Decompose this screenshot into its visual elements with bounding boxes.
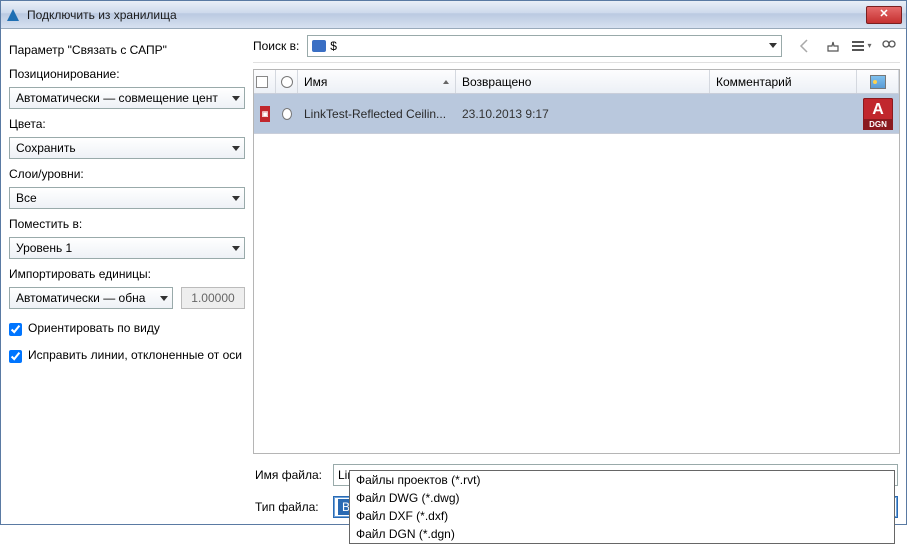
search-value: $ [330, 39, 337, 53]
layers-value: Все [16, 191, 37, 205]
filetype-option[interactable]: Файл DWG (*.dwg) [350, 489, 894, 507]
dgn-small-icon: ▣ [260, 106, 270, 122]
units-value: Автоматически — обна [16, 291, 145, 305]
filetype-option[interactable]: Файл DGN (*.dgn) [350, 525, 894, 543]
section-label: Параметр "Связать с САПР" [9, 43, 245, 57]
positioning-label: Позиционирование: [9, 67, 245, 81]
fixlines-label: Исправить линии, отклоненные от оси [28, 348, 242, 362]
col-comment-label: Комментарий [716, 75, 792, 89]
chevron-down-icon [769, 43, 777, 48]
fixlines-checkbox-row[interactable]: Исправить линии, отклоненные от оси [9, 348, 245, 363]
browser-panel: Поиск в: $ ▾ [253, 35, 900, 518]
radio-icon [282, 108, 292, 120]
col-radio[interactable] [276, 70, 298, 93]
chevron-down-icon [232, 196, 240, 201]
col-comment[interactable]: Комментарий [710, 70, 857, 93]
search-in-combo[interactable]: $ [307, 35, 782, 57]
col-name-label: Имя [304, 75, 327, 89]
placeat-label: Поместить в: [9, 217, 245, 231]
search-label: Поиск в: [253, 39, 299, 53]
chevron-down-icon [232, 146, 240, 151]
close-icon: ✕ [879, 9, 888, 20]
fixlines-checkbox[interactable] [9, 350, 22, 363]
positioning-combo[interactable]: Автоматически — совмещение цент [9, 87, 245, 109]
chevron-down-icon [232, 246, 240, 251]
picture-icon [870, 75, 886, 89]
app-icon [5, 7, 21, 23]
colors-value: Сохранить [16, 141, 76, 155]
file-list-header: Имя Возвращено Комментарий [254, 70, 899, 94]
col-name[interactable]: Имя [298, 70, 456, 93]
back-button[interactable] [794, 35, 816, 57]
positioning-value: Автоматически — совмещение цент [16, 91, 218, 105]
row-radio[interactable] [276, 94, 298, 133]
toolbar: Поиск в: $ ▾ [253, 35, 900, 63]
units-combo[interactable]: Автоматически — обна [9, 287, 173, 309]
filetype-dropdown[interactable]: Файлы проектов (*.rvt) Файл DWG (*.dwg) … [349, 470, 895, 544]
placeat-combo[interactable]: Уровень 1 [9, 237, 245, 259]
row-date: 23.10.2013 9:17 [456, 94, 710, 133]
col-returned-label: Возвращено [462, 75, 531, 89]
orient-checkbox[interactable] [9, 323, 22, 336]
checkbox-icon [256, 76, 268, 88]
close-button[interactable]: ✕ [866, 6, 902, 24]
views-button[interactable]: ▾ [850, 35, 872, 57]
col-preview[interactable] [857, 70, 899, 93]
table-row[interactable]: ▣ LinkTest-Reflected Ceilin... 23.10.201… [254, 94, 899, 134]
dialog-window: Подключить из хранилища ✕ Параметр "Связ… [0, 0, 907, 525]
units-number: 1.00000 [181, 287, 245, 309]
colors-combo[interactable]: Сохранить [9, 137, 245, 159]
orient-label: Ориентировать по виду [28, 321, 160, 335]
filetype-label: Тип файла: [255, 500, 325, 514]
col-checkbox[interactable] [254, 70, 276, 93]
layers-label: Слои/уровни: [9, 167, 245, 181]
radio-icon [281, 76, 293, 88]
orient-checkbox-row[interactable]: Ориентировать по виду [9, 321, 245, 336]
row-comment [710, 94, 857, 133]
filename-label: Имя файла: [255, 468, 325, 482]
colors-label: Цвета: [9, 117, 245, 131]
row-filetype-icon: ▣ [254, 94, 276, 133]
filetype-option[interactable]: Файлы проектов (*.rvt) [350, 471, 894, 489]
row-preview: A DGN [857, 94, 899, 133]
units-label: Импортировать единицы: [9, 267, 245, 281]
row-name: LinkTest-Reflected Ceilin... [298, 94, 456, 133]
chevron-down-icon [160, 296, 168, 301]
col-returned[interactable]: Возвращено [456, 70, 710, 93]
chevron-down-icon [232, 96, 240, 101]
placeat-value: Уровень 1 [16, 241, 72, 255]
layers-combo[interactable]: Все [9, 187, 245, 209]
find-button[interactable] [878, 35, 900, 57]
filetype-option[interactable]: Файл DXF (*.dxf) [350, 507, 894, 525]
up-button[interactable] [822, 35, 844, 57]
dgn-badge-icon: A DGN [863, 98, 893, 130]
sort-asc-icon [443, 80, 449, 84]
folder-icon [312, 40, 326, 52]
window-title: Подключить из хранилища [27, 8, 866, 22]
title-bar[interactable]: Подключить из хранилища ✕ [1, 1, 906, 29]
options-panel: Параметр "Связать с САПР" Позиционирован… [7, 35, 247, 518]
file-list: Имя Возвращено Комментарий ▣ LinkTest-Re… [253, 69, 900, 454]
